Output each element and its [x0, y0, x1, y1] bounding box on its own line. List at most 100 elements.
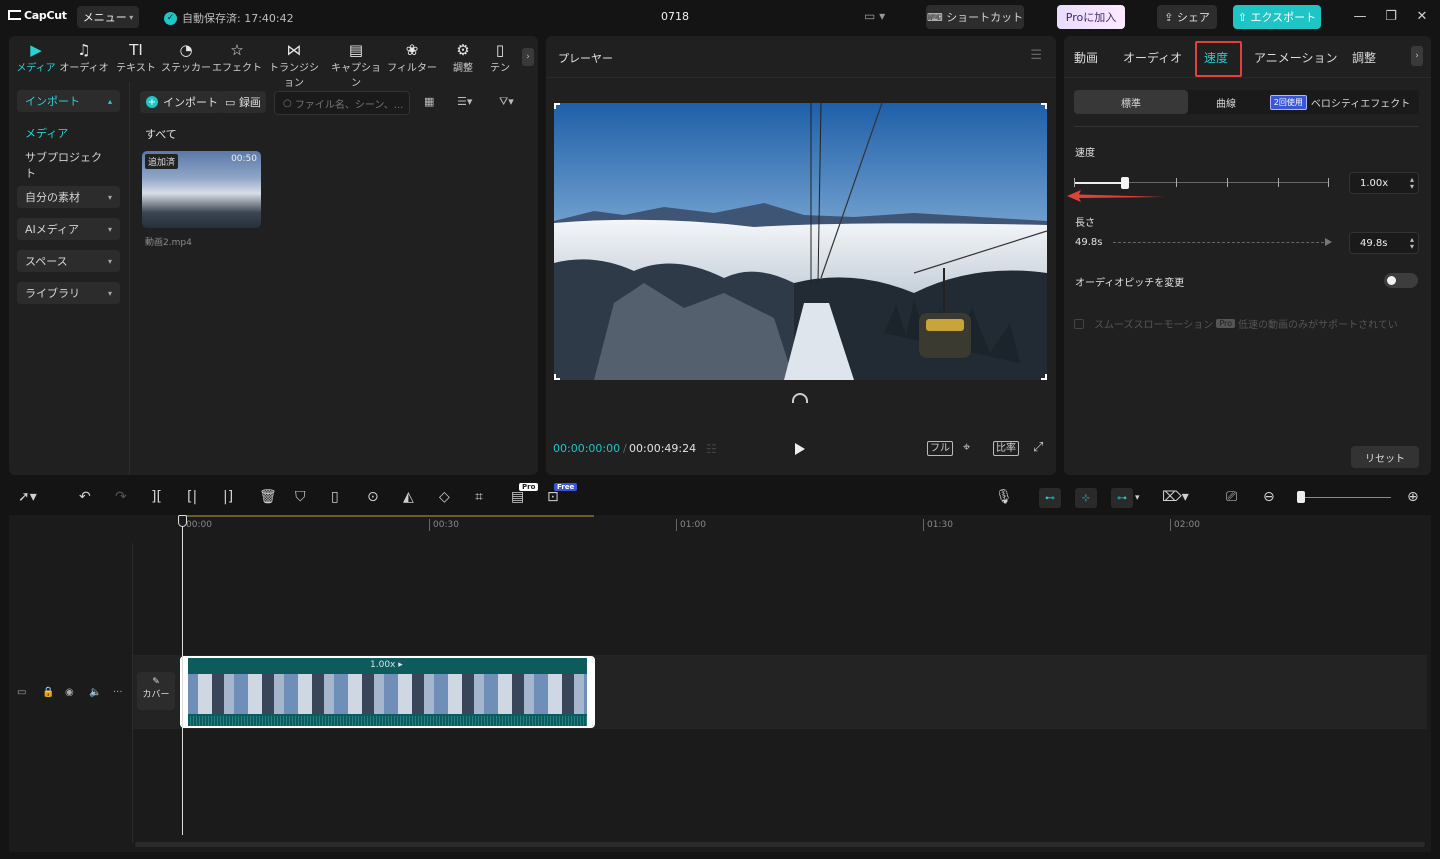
preview-axis-icon[interactable]: ⌦▾: [1162, 489, 1189, 505]
hamburger-icon[interactable]: ☰: [1030, 48, 1042, 63]
chevron-right-icon[interactable]: ›: [522, 48, 534, 66]
split-right-icon[interactable]: |]: [223, 489, 233, 505]
zoom-in-icon[interactable]: ⊕: [1407, 489, 1419, 505]
tab-transition[interactable]: ⋈ トランジション: [266, 41, 322, 89]
length-value-input[interactable]: 49.8s ▴ ▾: [1349, 232, 1419, 254]
seg-curve[interactable]: 曲線: [1194, 90, 1258, 114]
main-menu-button[interactable]: メニュー ▾: [77, 6, 139, 28]
filter-funnel-icon[interactable]: ⛛▾: [499, 95, 514, 109]
cover-button[interactable]: ✎ カバー: [137, 672, 175, 710]
ratio-button[interactable]: 比率: [993, 441, 1019, 456]
tab-animation[interactable]: アニメーション: [1254, 49, 1338, 66]
chevron-down-icon[interactable]: ▾: [1135, 493, 1140, 503]
list-icon[interactable]: ☷: [706, 442, 717, 456]
zoom-out-icon[interactable]: ⊖: [1263, 489, 1275, 505]
tab-filter[interactable]: ❀ フィルター: [385, 41, 439, 74]
pro-subscribe-button[interactable]: Proに加入: [1057, 5, 1125, 29]
speed-value-input[interactable]: 1.00x ▴ ▾: [1349, 172, 1419, 194]
snap-button[interactable]: ⊹: [1075, 488, 1097, 508]
video-preview[interactable]: [554, 103, 1047, 380]
caption-edit-icon[interactable]: ▤: [511, 489, 524, 505]
playhead[interactable]: [182, 515, 183, 835]
grid-view-icon[interactable]: ▦: [424, 95, 434, 108]
timeline-scrollbar[interactable]: [135, 842, 1425, 847]
crop-icon[interactable]: ⌗: [475, 489, 483, 505]
tab-sticker[interactable]: ◔ ステッカー: [159, 41, 213, 74]
mirror-icon[interactable]: ◭: [403, 489, 414, 505]
tab-text[interactable]: TI テキスト: [109, 41, 163, 74]
checkbox[interactable]: [1074, 318, 1084, 329]
sidebar-item-my-assets[interactable]: 自分の素材 ▾: [17, 186, 120, 208]
sidebar-item-import[interactable]: インポート ▴: [17, 90, 120, 112]
split-icon[interactable]: ][: [151, 489, 162, 505]
tab-video[interactable]: 動画: [1074, 49, 1098, 66]
pitch-toggle[interactable]: [1384, 273, 1418, 288]
sort-icon[interactable]: ☰▾: [457, 95, 472, 108]
sidebar-item-space[interactable]: スペース ▾: [17, 250, 120, 272]
export-button[interactable]: ⇧ エクスポート: [1233, 5, 1321, 29]
sidebar-item-media[interactable]: メディア: [17, 122, 120, 144]
rotate-clip-icon[interactable]: ◇: [439, 489, 450, 505]
video-clip[interactable]: 1.00x ▸: [180, 656, 595, 728]
main-track-magnet-button[interactable]: ⊷: [1039, 488, 1061, 508]
playhead-handle[interactable]: [178, 515, 187, 527]
seg-velocity[interactable]: 2回使用 ベロシティエフェクト: [1260, 90, 1420, 114]
mark-icon[interactable]: ⛉: [295, 489, 306, 505]
tab-adjust-props[interactable]: 調整: [1352, 49, 1376, 66]
microphone-icon[interactable]: 🎙: [995, 489, 1013, 505]
chevron-right-icon[interactable]: ›: [1411, 46, 1423, 66]
fullscreen-icon[interactable]: ⤢: [1033, 440, 1043, 455]
rotate-icon[interactable]: [792, 393, 808, 403]
stepper-icon[interactable]: ▴ ▾: [1410, 236, 1414, 251]
eye-icon[interactable]: ◉: [65, 687, 74, 698]
import-button[interactable]: + インポート: [140, 91, 224, 113]
tab-speed[interactable]: 速度: [1204, 49, 1228, 66]
stepper-icon[interactable]: ▴ ▾: [1410, 176, 1414, 191]
redo-icon[interactable]: ↷: [115, 489, 127, 505]
media-thumbnail[interactable]: 追加済 00:50: [142, 151, 261, 228]
minimize-icon[interactable]: —: [1350, 9, 1370, 24]
more-icon[interactable]: ···: [113, 687, 123, 698]
link-button[interactable]: ⊶: [1111, 488, 1133, 508]
reverse-icon[interactable]: ⊙: [367, 489, 379, 505]
shortcut-button[interactable]: ⌨ ショートカット: [926, 5, 1024, 29]
record-button[interactable]: ▭ 録画: [220, 91, 266, 113]
fit-icon[interactable]: ⎚: [1226, 489, 1237, 505]
share-button[interactable]: ⇪ シェア: [1157, 5, 1217, 29]
tab-effect[interactable]: ☆ エフェクト: [210, 41, 264, 74]
split-left-icon[interactable]: [|: [187, 489, 197, 505]
track-video-icon[interactable]: ▭: [17, 687, 26, 698]
ai-cut-icon[interactable]: ⊡: [547, 489, 559, 505]
full-button[interactable]: フル: [927, 441, 953, 456]
tab-audio[interactable]: ♫ オーディオ: [57, 41, 111, 74]
zoom-slider-handle[interactable]: [1297, 491, 1305, 503]
undo-icon[interactable]: ↶: [79, 489, 91, 505]
speaker-icon[interactable]: 🔈: [89, 687, 101, 698]
delete-icon[interactable]: 🗑: [259, 489, 277, 505]
focus-icon[interactable]: ⌖: [963, 440, 970, 455]
seg-standard[interactable]: 標準: [1074, 90, 1188, 114]
crop-corner[interactable]: [1041, 374, 1047, 380]
sidebar-item-subproject[interactable]: サブプロジェクト: [17, 151, 120, 180]
lock-icon[interactable]: 🔒: [42, 687, 54, 698]
sidebar-item-ai-media[interactable]: AIメディア ▾: [17, 218, 120, 240]
crop-corner[interactable]: [554, 374, 560, 380]
freeze-icon[interactable]: ▯: [331, 489, 339, 505]
tab-caption[interactable]: ▤ キャプション: [329, 41, 383, 89]
reset-button[interactable]: リセット: [1351, 446, 1419, 468]
project-title[interactable]: 0718: [640, 10, 710, 23]
maximize-icon[interactable]: ❐: [1381, 9, 1401, 24]
timeline-ruler[interactable]: 00:00 00:30 01:00 01:30 02:00: [182, 515, 1431, 535]
tab-template[interactable]: ▯ テン: [483, 41, 517, 74]
cursor-select-icon[interactable]: ➚▾: [18, 489, 37, 505]
layout-icon[interactable]: ▭ ▾: [864, 9, 885, 23]
crop-corner[interactable]: [1041, 103, 1047, 109]
tab-adjust[interactable]: ⚙ 調整: [436, 41, 490, 74]
tab-audio-props[interactable]: オーディオ: [1123, 49, 1182, 66]
close-icon[interactable]: ✕: [1412, 9, 1432, 24]
crop-corner[interactable]: [554, 103, 560, 109]
zoom-slider-track[interactable]: [1301, 497, 1391, 498]
play-icon[interactable]: [795, 443, 805, 455]
tab-media[interactable]: ▶ メディア: [9, 41, 63, 74]
filter-all[interactable]: すべて: [145, 126, 177, 142]
